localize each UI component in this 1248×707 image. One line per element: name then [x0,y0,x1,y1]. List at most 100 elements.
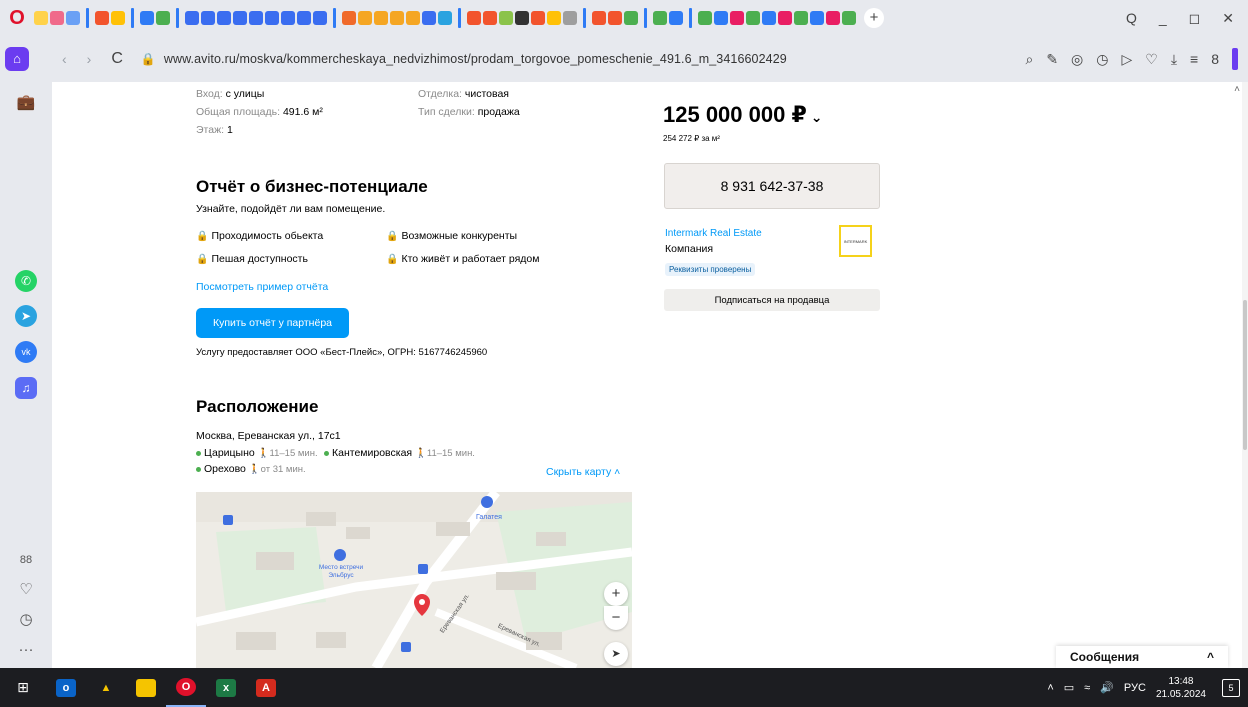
shield-icon[interactable]: ◷ [1096,51,1108,68]
close-button[interactable]: ✕ [1222,10,1234,27]
lock-icon[interactable]: 🔒 [123,52,156,66]
tab-favicon[interactable] [140,11,154,25]
home-icon[interactable]: ⌂ [5,47,29,71]
tab-favicon[interactable] [390,11,404,25]
subscribe-seller-button[interactable]: Подписаться на продавца [664,289,880,311]
tab-favicon[interactable] [762,11,776,25]
tab-favicon[interactable] [563,11,577,25]
new-tab-button[interactable]: + [864,8,884,28]
briefcase-icon[interactable]: 💼 [13,92,39,114]
send-icon[interactable]: ▷ [1121,51,1132,68]
opera-app-icon[interactable]: O [166,668,206,707]
tab-favicon[interactable] [374,11,388,25]
tab-favicon[interactable] [778,11,792,25]
outlook-app-icon[interactable]: o [46,668,86,707]
download-icon[interactable]: ⤓ [1171,51,1177,68]
tab-favicon[interactable] [201,11,215,25]
tab-favicon[interactable] [608,11,622,25]
notifications-icon[interactable]: 5 [1222,678,1240,697]
tab-favicon[interactable] [467,11,481,25]
chevron-up-icon[interactable]: ^ [1207,650,1214,664]
tab-favicon[interactable] [95,11,109,25]
tab-favicon[interactable] [499,11,513,25]
tab-favicon[interactable] [515,11,529,25]
excel-app-icon[interactable]: x [206,668,246,707]
more-icon[interactable]: ··· [13,639,39,661]
tab-favicon[interactable] [358,11,372,25]
tab-favicon[interactable] [406,11,420,25]
back-button[interactable]: ‹ [62,51,67,67]
camera-icon[interactable]: ◎ [1071,51,1083,68]
tab-favicon[interactable] [746,11,760,25]
tab-favicon[interactable] [842,11,856,25]
url-field[interactable]: www.avito.ru/moskva/kommercheskaya_nedvi… [156,52,787,66]
geolocation-button[interactable]: ➤ [604,642,628,666]
language-indicator[interactable]: РУС [1124,682,1146,694]
tab-favicon[interactable] [714,11,728,25]
messages-panel[interactable]: Сообщения ^ [1056,646,1228,668]
tab-favicon[interactable] [547,11,561,25]
tab-favicon[interactable] [313,11,327,25]
tab-favicon[interactable] [217,11,231,25]
heart-icon[interactable]: ♡ [1145,51,1158,68]
clock[interactable]: 13:48 21.05.2024 [1156,675,1206,701]
tab-favicon[interactable] [730,11,744,25]
tab-favicon[interactable] [531,11,545,25]
opera-logo-icon[interactable]: O [0,0,34,36]
tab-favicon[interactable] [794,11,808,25]
minimize-button[interactable]: _ [1159,10,1167,26]
buy-report-button[interactable]: Купить отчёт у партнёра [196,308,349,338]
scrollbar-thumb[interactable] [1243,300,1247,450]
tab-favicon[interactable] [810,11,824,25]
telegram-icon[interactable]: ➤ [15,305,37,327]
chart-app-icon[interactable]: ▲ [86,668,126,707]
tab-favicon[interactable] [342,11,356,25]
hide-map-link[interactable]: Скрыть карту ˄ [546,466,620,478]
zoom-out-button[interactable]: − [604,606,628,630]
tab-favicon[interactable] [233,11,247,25]
menu-icon[interactable]: ≡ [1190,51,1198,67]
tab-favicon[interactable] [483,11,497,25]
seller-name-link[interactable]: Intermark Real Estate [665,228,762,239]
map[interactable]: Галатея Место встречи Эльбрус Ереванская… [196,492,632,668]
maximize-button[interactable]: ◻ [1189,10,1201,27]
edit-icon[interactable]: ✎ [1046,51,1058,68]
tab-favicon[interactable] [826,11,840,25]
show-phone-button[interactable]: 8 931 642-37-38 [664,163,880,209]
chevron-up-icon[interactable]: ˄ [1047,682,1053,694]
tab-favicon[interactable] [624,11,638,25]
tab-favicon[interactable] [66,11,80,25]
tab-favicon[interactable] [111,11,125,25]
seller-logo[interactable]: INTERMARK [839,225,872,257]
history-icon[interactable]: ◷ [13,609,39,631]
wifi-icon[interactable]: ≈ [1084,682,1090,694]
tab-favicon[interactable] [265,11,279,25]
acrobat-app-icon[interactable]: A [246,668,286,707]
price-row[interactable]: 125 000 000 ₽ ⌄ [663,102,823,128]
vk-icon[interactable]: vk [15,341,37,363]
music-icon[interactable]: ♫ [15,377,37,399]
tab-favicon[interactable] [438,11,452,25]
explorer-app-icon[interactable] [126,668,166,707]
windows-start-icon[interactable]: ⊞ [0,679,46,696]
tab-favicon[interactable] [185,11,199,25]
battery-icon[interactable]: ▭ [1064,681,1074,694]
chevron-down-icon[interactable]: ⌄ [811,109,823,125]
tab-favicon[interactable] [653,11,667,25]
profile-icon[interactable]: 8 [1211,51,1219,67]
search-icon[interactable]: ⌕ [1025,51,1033,68]
favorites-icon[interactable]: ♡ [13,579,39,601]
tab-favicon[interactable] [698,11,712,25]
tab-favicon[interactable] [669,11,683,25]
tab-favicon[interactable] [156,11,170,25]
tab-favicon[interactable] [249,11,263,25]
scroll-up-icon[interactable]: ˄ [1234,84,1240,95]
tab-favicon[interactable] [592,11,606,25]
apps-grid-icon[interactable]: 88 [13,549,39,571]
tab-favicon[interactable] [50,11,64,25]
volume-icon[interactable]: 🔊 [1100,681,1114,694]
reload-button[interactable]: C [91,50,123,68]
tab-favicon[interactable] [34,11,48,25]
tab-favicon[interactable] [422,11,436,25]
search-tabs-icon[interactable]: Q [1126,10,1137,26]
